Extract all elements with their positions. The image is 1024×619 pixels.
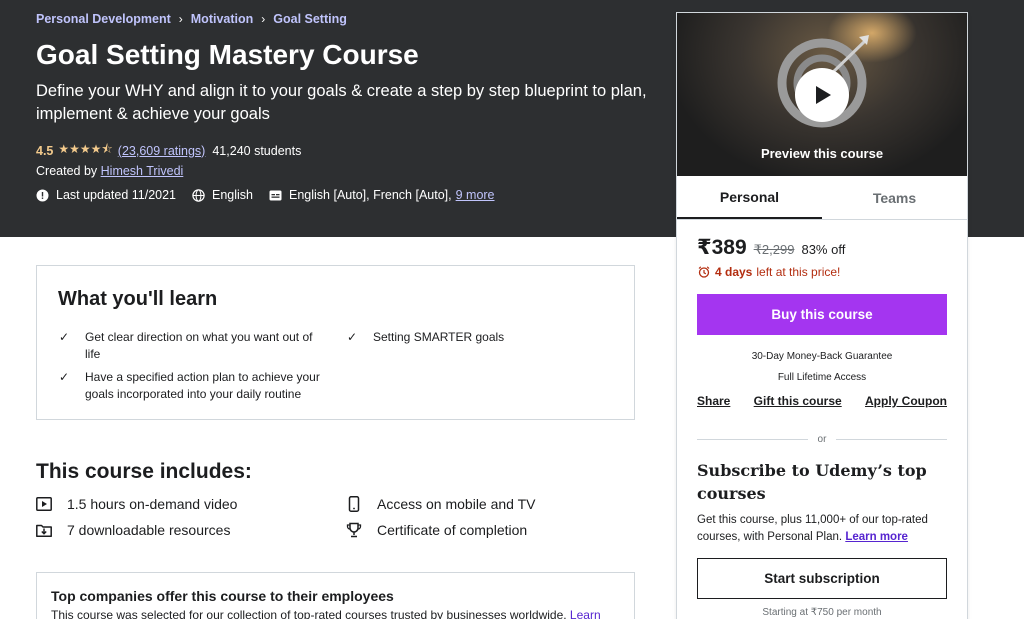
- price-row: ₹389 ₹2,299 83% off: [697, 235, 845, 260]
- includes-item-text: 1.5 hours on-demand video: [67, 496, 238, 512]
- timer-days: 4 days: [715, 265, 753, 279]
- student-count: 41,240 students: [212, 143, 302, 158]
- course-preview[interactable]: Preview this course: [677, 13, 967, 176]
- start-subscription-button[interactable]: Start subscription: [697, 558, 947, 599]
- learn-item-text: Setting SMARTER goals: [373, 330, 505, 344]
- business-description: This course was selected for our collect…: [51, 608, 567, 619]
- video-icon: [36, 497, 52, 511]
- timer-text: left at this price!: [756, 265, 841, 279]
- learn-item-text: Have a specified action plan to achieve …: [85, 370, 320, 401]
- includes-item-certificate: Certificate of completion: [346, 522, 527, 538]
- or-divider: or: [697, 432, 947, 446]
- learn-item-text: Get clear direction on what you want out…: [85, 330, 313, 361]
- last-updated: Last updated 11/2021: [36, 188, 176, 202]
- purchase-sidebar: Preview this course Personal Teams ₹389 …: [676, 12, 968, 619]
- what-youll-learn: What you'll learn ✓ Get clear direction …: [36, 265, 635, 420]
- business-title: Top companies offer this course to their…: [51, 588, 394, 604]
- captions-text: English [Auto], French [Auto],: [289, 188, 452, 202]
- globe-icon: [192, 188, 205, 202]
- includes-item-text: Access on mobile and TV: [377, 496, 536, 512]
- check-icon: ✓: [59, 370, 70, 384]
- subscription-starting-price: Starting at ₹750 per month: [762, 607, 882, 618]
- includes-item-video: 1.5 hours on-demand video: [36, 496, 237, 512]
- rating-row: 4.5 ★★★★⯪ (23,609 ratings) 41,240 studen…: [36, 140, 301, 161]
- includes-item-mobile: Access on mobile and TV: [346, 496, 536, 512]
- breadcrumb-item-motivation[interactable]: Motivation: [191, 12, 254, 26]
- apply-coupon-link[interactable]: Apply Coupon: [865, 394, 947, 408]
- play-button[interactable]: [795, 68, 849, 122]
- buy-button[interactable]: Buy this course: [697, 294, 947, 335]
- includes-item-text: 7 downloadable resources: [67, 522, 231, 538]
- alarm-clock-icon: [698, 266, 710, 278]
- language: English: [192, 188, 253, 202]
- plan-tabs: Personal Teams: [677, 176, 967, 220]
- preview-label: Preview this course: [760, 146, 884, 161]
- learn-item: ✓ Setting SMARTER goals: [347, 329, 617, 346]
- breadcrumb: Personal Development › Motivation › Goal…: [36, 12, 347, 26]
- includes-item-text: Certificate of completion: [377, 522, 528, 538]
- share-link[interactable]: Share: [697, 394, 730, 408]
- course-subtitle: Define your WHY and align it to your goa…: [36, 82, 647, 123]
- check-icon: ✓: [347, 330, 358, 344]
- business-text: This course was selected for our collect…: [51, 608, 601, 619]
- mobile-icon: [348, 496, 360, 512]
- learn-more-link[interactable]: Learn more: [845, 531, 908, 543]
- or-text: or: [817, 433, 827, 445]
- business-learn-link[interactable]: Learn: [570, 608, 601, 619]
- instructor-link[interactable]: Himesh Trivedi: [101, 164, 184, 178]
- star-rating-icon: ★★★★⯪: [58, 142, 113, 156]
- play-icon: [816, 86, 831, 104]
- download-icon: [36, 524, 52, 537]
- tab-personal[interactable]: Personal: [677, 176, 822, 219]
- rating-count-link[interactable]: (23,609 ratings): [118, 144, 206, 158]
- alert-badge-icon: [36, 189, 49, 201]
- includes-title: This course includes:: [36, 460, 252, 483]
- learn-item: ✓ Get clear direction on what you want o…: [59, 329, 329, 362]
- subscribe-text: Get this course, plus 11,000+ of our top…: [697, 512, 952, 546]
- rating-value: 4.5: [36, 143, 54, 158]
- learn-item: ✓ Have a specified action plan to achiev…: [59, 369, 329, 402]
- current-price: ₹389: [697, 236, 747, 259]
- trophy-icon: [346, 522, 362, 538]
- language-text: English: [212, 188, 254, 202]
- gift-course-link[interactable]: Gift this course: [754, 394, 842, 408]
- captions-icon: [269, 190, 282, 200]
- price-timer: 4 days left at this price!: [698, 265, 840, 279]
- chevron-right-icon: ›: [178, 12, 183, 26]
- tab-teams[interactable]: Teams: [822, 176, 967, 219]
- breadcrumb-item-goal-setting[interactable]: Goal Setting: [273, 12, 347, 26]
- created-by: Created by Himesh Trivedi: [36, 164, 183, 178]
- divider-line: [836, 438, 947, 440]
- breadcrumb-item-personal-development[interactable]: Personal Development: [36, 12, 171, 26]
- divider-line: [697, 438, 808, 440]
- course-title: Goal Setting Mastery Course: [36, 39, 419, 70]
- last-updated-text: Last updated 11/2021: [56, 188, 177, 202]
- discount-percent: 83% off: [801, 242, 846, 257]
- money-back-guarantee: 30-Day Money-Back Guarantee: [751, 351, 893, 362]
- created-by-label: Created by: [36, 164, 98, 178]
- lifetime-access: Full Lifetime Access: [777, 372, 867, 383]
- check-icon: ✓: [59, 330, 70, 344]
- includes-item-downloads: 7 downloadable resources: [36, 522, 230, 538]
- original-price: ₹2,299: [753, 242, 795, 257]
- learn-title: What you'll learn: [58, 288, 218, 310]
- business-banner: Top companies offer this course to their…: [36, 572, 635, 619]
- chevron-right-icon: ›: [261, 12, 266, 26]
- captions-more-link[interactable]: 9 more: [456, 188, 495, 202]
- subscribe-title: Subscribe to Udemy’s top courses: [697, 461, 927, 503]
- captions: English [Auto], French [Auto], 9 more: [269, 188, 495, 202]
- course-meta: Last updated 11/2021 English English [Au…: [36, 188, 511, 202]
- action-links: Share Gift this course Apply Coupon: [697, 394, 947, 408]
